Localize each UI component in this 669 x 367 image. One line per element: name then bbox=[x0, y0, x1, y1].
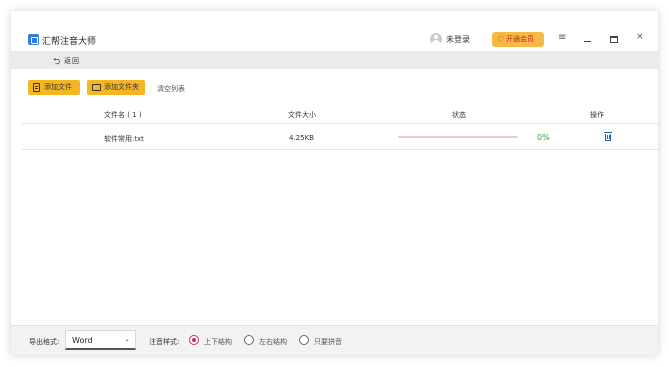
header-filesize: 文件大小 bbox=[288, 111, 316, 119]
progress-bar bbox=[398, 136, 518, 138]
clear-list-button[interactable]: 清空列表 bbox=[157, 84, 185, 94]
back-arrow-icon[interactable]: ⮌ bbox=[53, 54, 60, 70]
heart-icon: ♡ bbox=[497, 35, 505, 44]
export-format-value: Word bbox=[72, 336, 93, 345]
radio-top-bottom[interactable] bbox=[189, 335, 199, 345]
trash-icon[interactable] bbox=[604, 132, 612, 141]
radio-top-bottom-label[interactable]: 上下结构 bbox=[204, 337, 232, 347]
add-folder-button[interactable]: 添加文件夹 bbox=[87, 80, 145, 95]
back-button[interactable]: 返回 bbox=[64, 56, 80, 66]
header-action: 操作 bbox=[590, 111, 604, 119]
app-window: 汇帮注音大师 未登录 ♡ 开通会员 ≡ × ⮌ 返回 添加文件 添加文件夹 清空… bbox=[11, 11, 658, 355]
header-filename: 文件名 ( 1 ) bbox=[104, 111, 142, 119]
radio-pinyin-only-label[interactable]: 只要拼音 bbox=[314, 337, 342, 347]
row-filename: 软件常用.txt bbox=[104, 135, 144, 143]
title-bar: 汇帮注音大师 未登录 ♡ 开通会员 ≡ × bbox=[11, 11, 658, 51]
radio-left-right-label[interactable]: 左右结构 bbox=[259, 337, 287, 347]
close-icon[interactable]: × bbox=[636, 32, 644, 42]
app-title: 汇帮注音大师 bbox=[42, 37, 97, 47]
header-status: 状态 bbox=[452, 111, 466, 119]
table-header: 文件名 ( 1 ) 文件大小 状态 操作 bbox=[22, 106, 658, 124]
add-file-button[interactable]: 添加文件 bbox=[28, 80, 80, 95]
export-format-select[interactable]: Word ⌄ bbox=[65, 330, 136, 350]
progress-percent: 0% bbox=[537, 133, 550, 142]
add-file-label: 添加文件 bbox=[44, 83, 72, 91]
folder-icon bbox=[92, 84, 101, 91]
radio-pinyin-only[interactable] bbox=[299, 335, 309, 345]
menu-icon[interactable]: ≡ bbox=[558, 32, 566, 43]
chevron-down-icon: ⌄ bbox=[124, 335, 130, 343]
annotation-style-label: 注音样式: bbox=[149, 338, 180, 346]
table-row[interactable]: 软件常用.txt 4.25KB 0% bbox=[22, 125, 658, 150]
row-filesize: 4.25KB bbox=[289, 134, 314, 142]
vip-button-label: 开通会员 bbox=[506, 35, 534, 43]
bottom-bar: 导出格式: Word ⌄ 注音样式: 上下结构 左右结构 只要拼音 bbox=[11, 325, 658, 355]
minimize-icon[interactable] bbox=[584, 41, 591, 42]
radio-left-right[interactable] bbox=[244, 335, 254, 345]
back-bar: ⮌ 返回 bbox=[11, 51, 658, 69]
add-folder-label: 添加文件夹 bbox=[104, 83, 139, 91]
maximize-icon[interactable] bbox=[610, 36, 618, 43]
export-format-label: 导出格式: bbox=[29, 338, 60, 346]
vip-button[interactable]: ♡ 开通会员 bbox=[492, 32, 544, 47]
file-icon bbox=[33, 83, 40, 92]
login-status[interactable]: 未登录 bbox=[446, 34, 470, 45]
app-logo-icon bbox=[28, 34, 39, 45]
user-avatar-icon[interactable] bbox=[430, 33, 442, 45]
